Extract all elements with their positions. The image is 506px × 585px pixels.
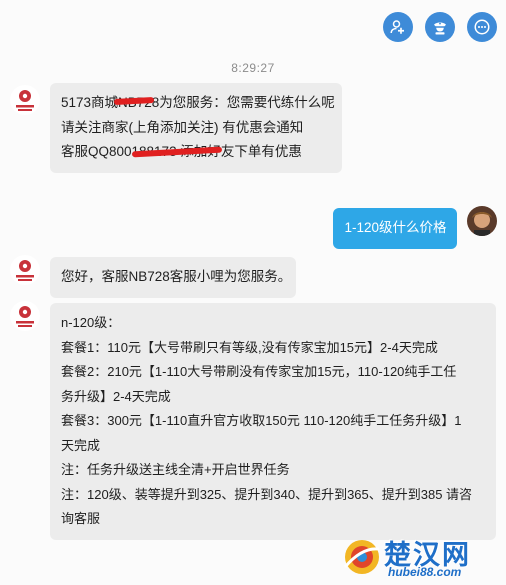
message-line: 1-120级什么价格 [344,220,447,235]
message-line: n-120级： [61,315,121,330]
shop-avatar[interactable] [10,85,40,115]
more-button[interactable] [467,12,497,42]
customer-service-icon [434,22,446,35]
watermark-logo-icon [343,540,380,574]
customer-service-button[interactable] [425,12,455,42]
shop-avatar[interactable] [10,255,40,285]
message-timestamp: 8:29:27 [231,61,275,75]
message-line: 注：任务升级送主线全清+开启世界任务 [61,462,290,477]
more-icon [474,19,490,35]
message-line: 天完成 [61,437,101,453]
site-watermark: 楚汉网 hubei88.com [342,535,502,581]
user-photo-icon [467,206,497,236]
message-bubble: 5173商城NB728为您服务：您需要代练什么呢 请关注商家(上角添加关注) 有… [50,83,342,173]
message-line: 套餐2：210元【1-110大号带刷没有传家宝加15元，110-120纯手工任 [61,364,457,379]
message-bubble: 您好，客服NB728客服小哩为您服务。 [50,257,296,298]
message-line: 请关注商家(上角添加关注) 有优惠会通知 [61,119,304,135]
message-line: 套餐1：110元【大号带刷只有等级,没有传家宝加15元】2-4天完成 [61,339,438,355]
message-line: 您好，客服NB728客服小哩为您服务。 [61,269,292,284]
watermark-url: hubei88.com [388,565,462,579]
message-line: 注：120级、装等提升到325、提升到340、提升到365、提升到385 请咨 [61,486,473,502]
message-line: 套餐3：300元【1-110直升官方收取150元 110-120纯手工任务升级】… [61,413,462,428]
message-bubble-self: 1-120级什么价格 [333,208,457,249]
message-bubble: n-120级： 套餐1：110元【大号带刷只有等级,没有传家宝加15元】2-4天… [50,303,496,540]
add-friend-button[interactable] [383,12,413,42]
shop-avatar[interactable] [10,301,40,331]
message-line: 务升级】2-4天完成 [61,388,171,404]
shop-logo-icon [10,255,40,285]
chat-window: 8:29:27 5173商城NB728为您服务：您需要代练什么呢 请关注商家(上… [0,0,506,585]
shop-logo-icon [10,301,40,331]
shop-logo-icon [10,85,40,115]
message-line: 询客服 [61,511,101,526]
person-plus-icon [390,20,404,34]
message-line: 5173商城NB728为您服务：您需要代练什么呢 [61,95,335,110]
user-avatar[interactable] [467,206,497,236]
